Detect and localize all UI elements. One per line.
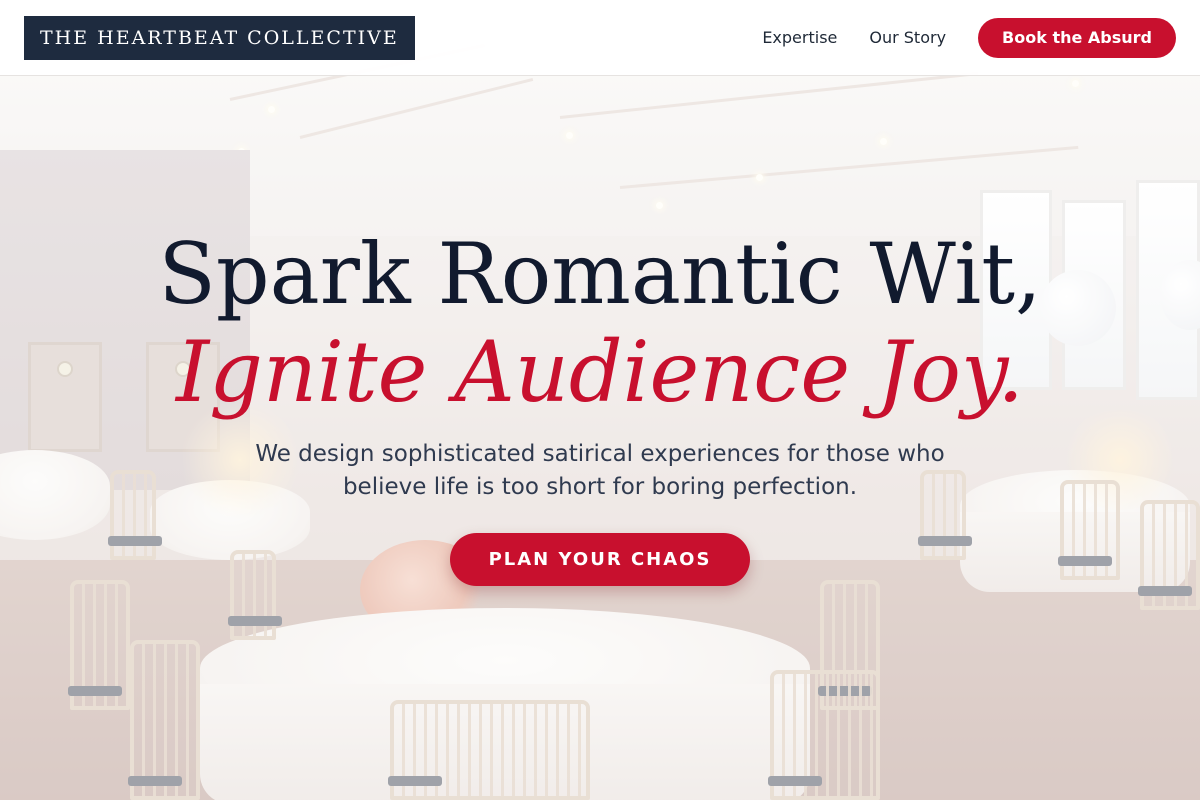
book-the-absurd-button[interactable]: Book the Absurd — [978, 17, 1176, 58]
plan-your-chaos-button[interactable]: PLAN YOUR CHAOS — [450, 533, 750, 586]
brand-logo[interactable]: THE HEARTBEAT COLLECTIVE — [24, 15, 415, 60]
hero-headline-line2: Ignite Audience Joy. — [176, 323, 1024, 421]
main-nav: Expertise Our Story Book the Absurd — [762, 17, 1176, 58]
hero-subtitle: We design sophisticated satirical experi… — [255, 441, 945, 500]
nav-link-expertise[interactable]: Expertise — [762, 28, 837, 47]
hero-headline-line1: Spark Romantic Wit, — [158, 225, 1042, 323]
nav-link-our-story[interactable]: Our Story — [869, 28, 946, 47]
site-header: THE HEARTBEAT COLLECTIVE Expertise Our S… — [0, 0, 1200, 76]
hero-section: Spark Romantic Wit, Ignite Audience Joy.… — [0, 76, 1200, 800]
